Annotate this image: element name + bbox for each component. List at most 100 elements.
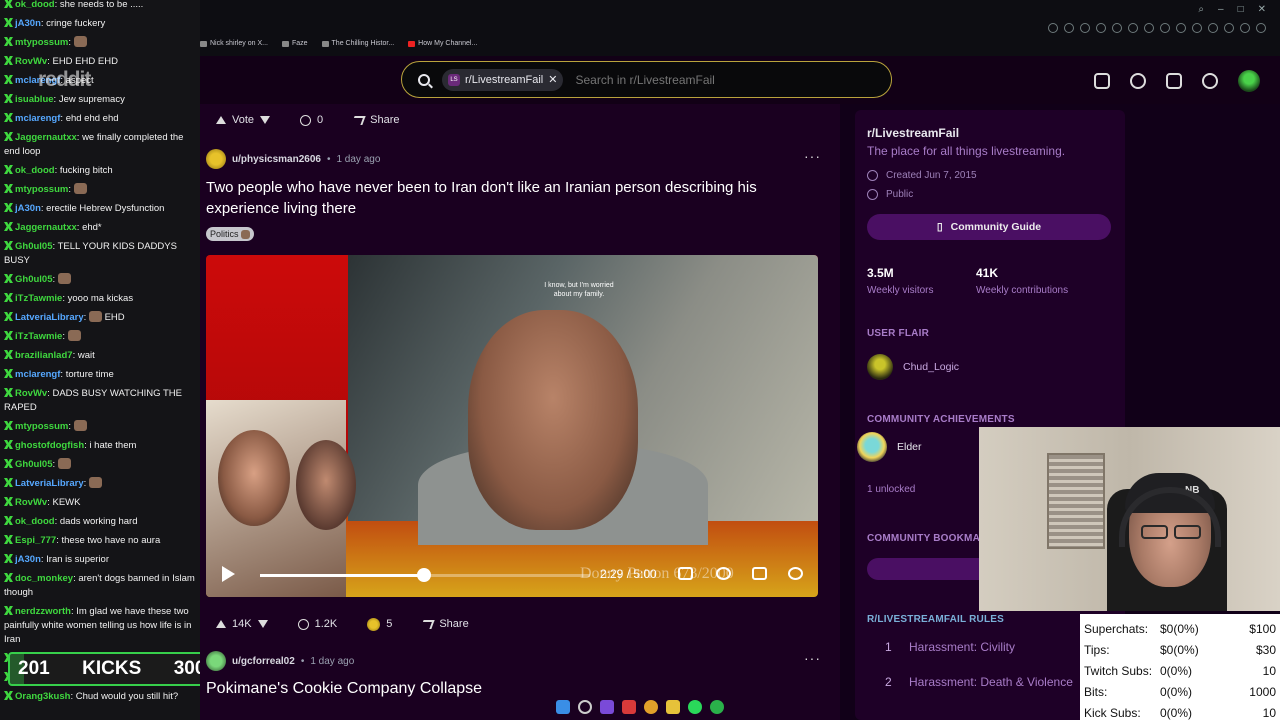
seek-handle[interactable] (417, 568, 431, 582)
advertise-icon[interactable] (1094, 73, 1110, 89)
more-options-icon[interactable]: ··· (804, 650, 821, 666)
chat-username[interactable]: iTzTawmie (15, 331, 62, 342)
chat-username[interactable]: jA30n (15, 554, 41, 565)
extension-icon[interactable] (1224, 23, 1234, 33)
bookmark[interactable]: Nick shirley on X... (200, 40, 268, 47)
chat-username[interactable]: Gh0ul05 (15, 274, 53, 285)
chat-username[interactable]: ghostofdogfish (15, 440, 84, 451)
vote-button[interactable]: 14K (206, 610, 278, 638)
play-icon[interactable] (1128, 23, 1138, 33)
chat-username[interactable]: mclarengf (15, 113, 60, 124)
seek-bar[interactable] (260, 568, 590, 582)
post-author[interactable]: u/physicsman2606 (232, 154, 321, 165)
notification-bell-icon[interactable] (1202, 73, 1218, 89)
chat-username[interactable]: mtypossum (15, 421, 68, 432)
chat-username[interactable]: RovWv (15, 388, 47, 399)
fullscreen-icon[interactable] (752, 567, 767, 580)
extension-icon[interactable] (1064, 23, 1074, 33)
chat-username[interactable]: isuablue (15, 94, 54, 105)
spotify-icon[interactable] (688, 700, 702, 714)
avatar[interactable] (1238, 70, 1260, 92)
xbox-icon[interactable] (710, 700, 724, 714)
chat-username[interactable]: jA30n (15, 18, 41, 29)
chat-username[interactable]: ok_dood (15, 516, 55, 527)
chat-username[interactable]: mclarengf (15, 369, 60, 380)
extension-icon[interactable] (1080, 23, 1090, 33)
chat-username[interactable]: doc_monkey (15, 573, 73, 584)
search-input[interactable] (575, 72, 836, 87)
chat-username[interactable]: Orang3kush (15, 691, 70, 702)
share-button[interactable]: Share (412, 610, 478, 638)
chat-username[interactable]: RovWv (15, 497, 47, 508)
extension-icon[interactable] (1208, 23, 1218, 33)
chrome-icon[interactable] (644, 700, 658, 714)
app-icon[interactable] (622, 700, 636, 714)
heart-icon[interactable] (1144, 23, 1154, 33)
search-icon[interactable] (578, 700, 592, 714)
shield-icon[interactable] (1096, 23, 1106, 33)
create-post-icon[interactable] (1166, 73, 1182, 89)
community-name[interactable]: r/LivestreamFail (867, 126, 959, 140)
windows-start-icon[interactable] (556, 700, 570, 714)
bookmark[interactable]: How My Channel... (408, 40, 477, 47)
chat-username[interactable]: mtypossum (15, 37, 68, 48)
unlocked-count[interactable]: 1 unlocked (867, 484, 915, 495)
chat-username[interactable]: ok_dood (15, 0, 55, 10)
user-avatar[interactable] (206, 149, 226, 169)
maximize-icon[interactable]: □ (1238, 4, 1244, 15)
search-bar[interactable]: LS r/LivestreamFail ✕ (401, 61, 892, 98)
chat-username[interactable]: Jaggernautxx (15, 132, 77, 143)
user-avatar[interactable] (206, 651, 226, 671)
chat-username[interactable]: jA30n (15, 203, 41, 214)
chat-username[interactable]: LatveriaLibrary (15, 312, 84, 323)
search-icon[interactable]: ⌕ (1198, 4, 1204, 15)
folder-icon[interactable] (666, 700, 680, 714)
chat-username[interactable]: nerdzzworth (15, 606, 71, 617)
community-guide-button[interactable]: ▯ Community Guide (867, 214, 1111, 240)
chat-username[interactable]: RovWv (15, 56, 47, 67)
menu-icon[interactable] (1256, 23, 1266, 33)
play-icon[interactable] (222, 566, 235, 582)
post-title[interactable]: Two people who have never been to Iran d… (206, 177, 806, 219)
more-options-icon[interactable]: ··· (804, 148, 821, 164)
bookmark[interactable]: Faze (281, 40, 308, 47)
subreddit-chip[interactable]: LS r/LivestreamFail ✕ (442, 68, 564, 91)
downvote-icon[interactable] (260, 116, 271, 124)
chat-username[interactable]: ok_dood (15, 165, 55, 176)
user-flair[interactable]: Chud_Logic (867, 354, 959, 380)
vote-button[interactable]: Vote (206, 106, 280, 134)
chat-username[interactable]: Espi_777 (15, 535, 56, 546)
chat-username[interactable]: brazilianlad7 (15, 350, 73, 361)
post-flair[interactable]: Politics (206, 227, 254, 241)
captions-icon[interactable] (678, 567, 693, 580)
extension-icon[interactable] (1240, 23, 1250, 33)
share-button[interactable]: Share (343, 106, 409, 134)
post-author[interactable]: u/gcforreal02 (232, 656, 295, 667)
rule-item[interactable]: 2 Harassment: Death & Violence (885, 675, 1073, 689)
achievement[interactable]: Elder (857, 432, 922, 462)
volume-icon[interactable] (788, 567, 803, 580)
extension-icon[interactable] (1176, 23, 1186, 33)
extension-icon[interactable] (1192, 23, 1202, 33)
award-button[interactable]: 5 (357, 610, 402, 638)
extension-icon[interactable] (1160, 23, 1170, 33)
close-icon[interactable]: ✕ (1258, 4, 1266, 15)
chat-username[interactable]: Gh0ul05 (15, 459, 53, 470)
video-player[interactable]: I know, but I'm worried about my family.… (206, 255, 818, 597)
close-icon[interactable]: ✕ (548, 73, 557, 86)
upvote-icon[interactable] (216, 620, 226, 628)
chat-username[interactable]: LatveriaLibrary (15, 478, 84, 489)
downvote-icon[interactable] (257, 620, 268, 628)
rule-item[interactable]: 1 Harassment: Civility (885, 640, 1015, 654)
chat-username[interactable]: Gh0ul05 (15, 241, 53, 252)
comments-button[interactable]: 1.2K (288, 610, 348, 638)
chat-username[interactable]: iTzTawmie (15, 293, 62, 304)
app-icon[interactable] (600, 700, 614, 714)
settings-gear-icon[interactable] (716, 567, 731, 580)
chat-username[interactable]: Jaggernautxx (15, 222, 77, 233)
minimize-icon[interactable]: – (1218, 4, 1224, 15)
bookmark[interactable]: The Chilling Histor... (321, 40, 394, 47)
comments-button[interactable]: 0 (290, 106, 333, 134)
extension-icon[interactable] (1048, 23, 1058, 33)
upvote-icon[interactable] (216, 116, 226, 124)
